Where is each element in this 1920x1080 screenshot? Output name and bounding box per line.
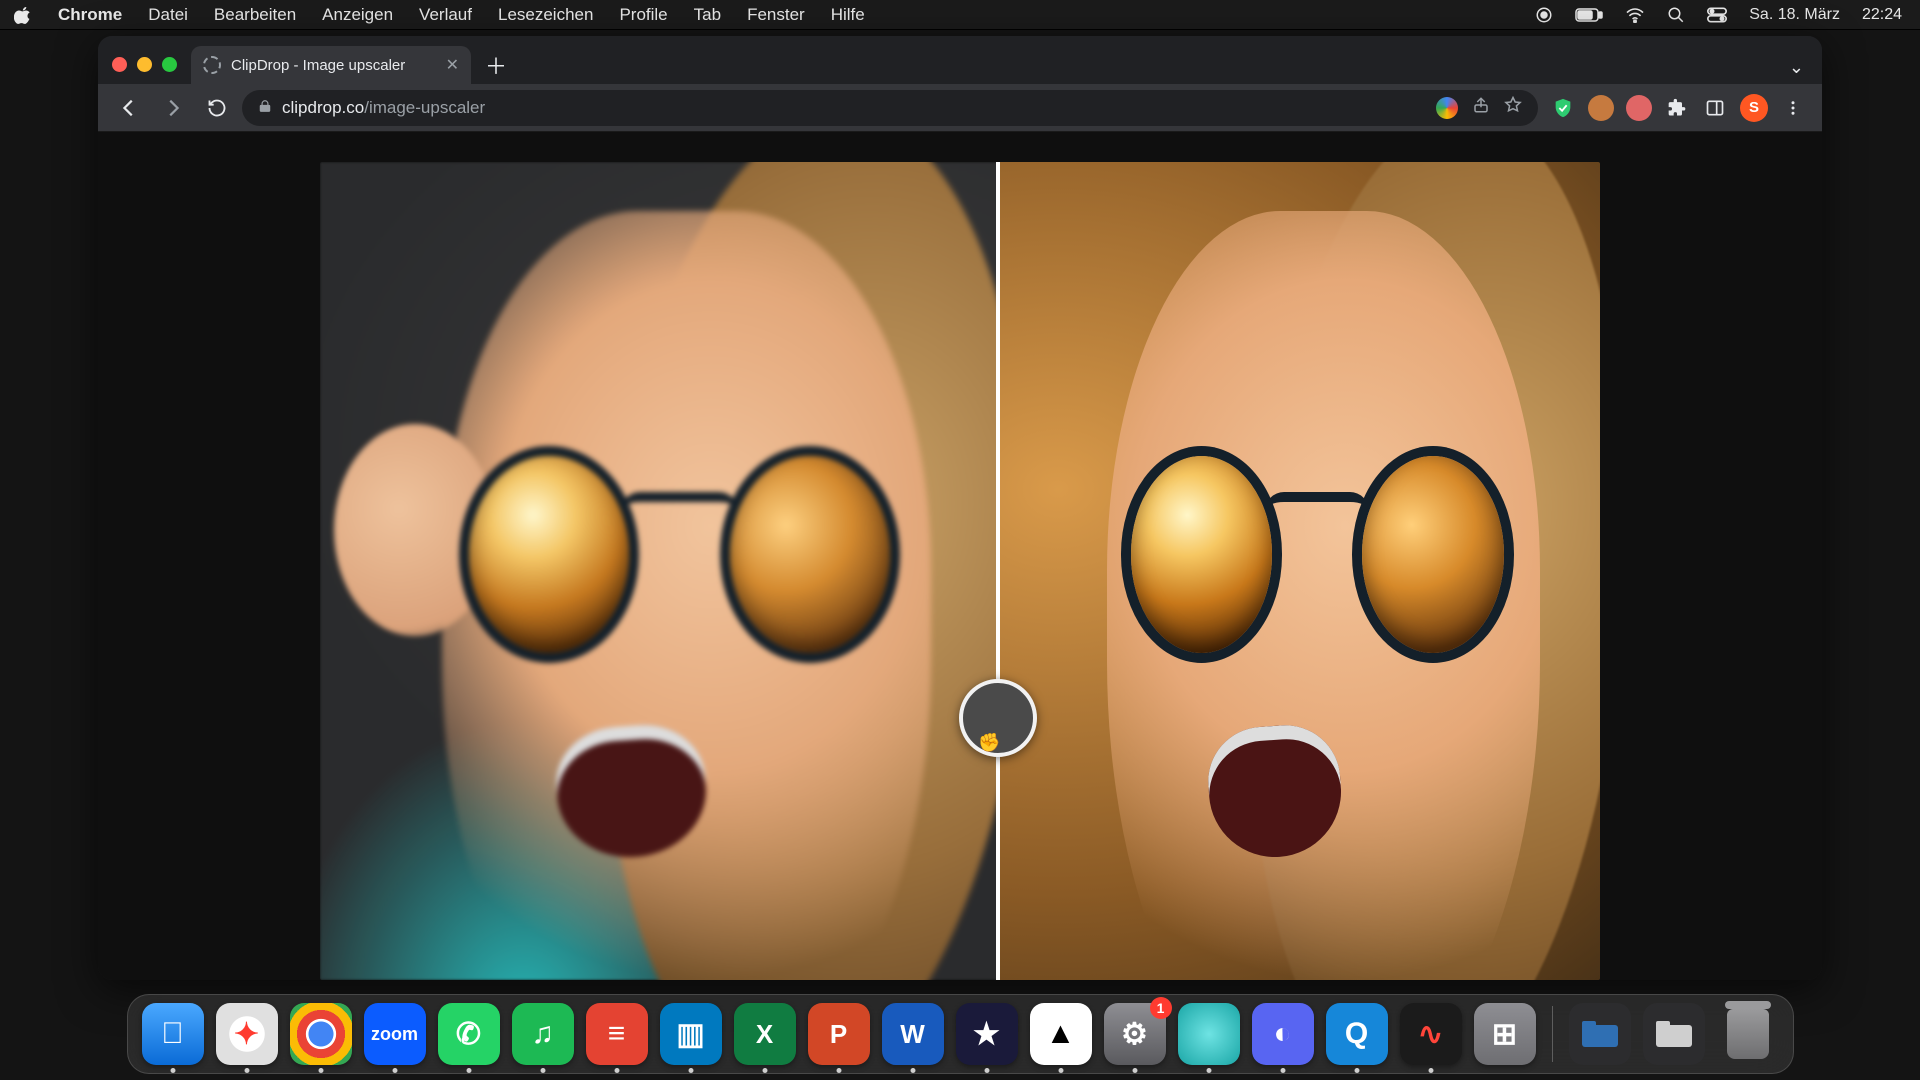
- dock-app-imovie[interactable]: ★: [956, 1003, 1018, 1065]
- ext-2-icon[interactable]: [1588, 95, 1614, 121]
- browser-tab[interactable]: ClipDrop - Image upscaler ✕: [191, 46, 471, 84]
- dock-app-excel[interactable]: X: [734, 1003, 796, 1065]
- bookmark-star-icon[interactable]: [1504, 96, 1522, 119]
- apple-icon[interactable]: [14, 6, 32, 24]
- side-panel-icon[interactable]: [1702, 95, 1728, 121]
- dock-folder-1[interactable]: [1569, 1003, 1631, 1065]
- tab-list-chevron-icon[interactable]: ⌄: [1789, 57, 1804, 78]
- ext-3-icon[interactable]: [1626, 95, 1652, 121]
- address-bar[interactable]: clipdrop.co/image-upscaler: [242, 90, 1538, 126]
- dock-app-discord[interactable]: ◐: [1252, 1003, 1314, 1065]
- tab-close-button[interactable]: ✕: [446, 55, 459, 75]
- chrome-window: ClipDrop - Image upscaler ✕ ＋ ⌄ clipdrop…: [98, 36, 1822, 980]
- status-record-icon[interactable]: [1535, 6, 1553, 24]
- dock-app-chrome[interactable]: [290, 1003, 352, 1065]
- chrome-tab-strip: ClipDrop - Image upscaler ✕ ＋ ⌄: [98, 36, 1822, 84]
- dock-app-ppt[interactable]: P: [808, 1003, 870, 1065]
- dock-app-settings[interactable]: ⚙1: [1104, 1003, 1166, 1065]
- window-close-button[interactable]: [112, 57, 127, 72]
- dock-app-whatsapp[interactable]: ✆: [438, 1003, 500, 1065]
- nav-reload-button[interactable]: [198, 89, 236, 127]
- dock-app-trello[interactable]: ▥: [660, 1003, 722, 1065]
- menu-anzeigen[interactable]: Anzeigen: [322, 5, 393, 25]
- menu-datei[interactable]: Datei: [148, 5, 188, 25]
- ext-adguard-icon[interactable]: [1550, 95, 1576, 121]
- lock-icon: [258, 99, 272, 116]
- dock-app-launchpad[interactable]: ⊞: [1474, 1003, 1536, 1065]
- status-date[interactable]: Sa. 18. März: [1749, 6, 1840, 24]
- macos-menu-bar: Chrome Datei Bearbeiten Anzeigen Verlauf…: [0, 0, 1920, 30]
- menu-bearbeiten[interactable]: Bearbeiten: [214, 5, 296, 25]
- tab-favicon-icon: [203, 56, 221, 74]
- menu-hilfe[interactable]: Hilfe: [831, 5, 865, 25]
- dock-app-quicktime[interactable]: Q: [1326, 1003, 1388, 1065]
- url-host: clipdrop.co: [282, 98, 364, 117]
- dock-app-screenflow[interactable]: [1178, 1003, 1240, 1065]
- status-time[interactable]: 22:24: [1862, 6, 1902, 24]
- share-icon[interactable]: [1472, 96, 1490, 119]
- new-tab-button[interactable]: ＋: [479, 48, 513, 82]
- cursor-grab-icon: ✊: [978, 732, 1000, 753]
- active-app-name[interactable]: Chrome: [58, 5, 122, 25]
- dock-app-zoom[interactable]: zoom: [364, 1003, 426, 1065]
- comparison-after-image: [998, 162, 1600, 980]
- google-translate-icon[interactable]: [1436, 97, 1458, 119]
- nav-forward-button[interactable]: [154, 89, 192, 127]
- dock-trash[interactable]: [1717, 1003, 1779, 1065]
- dock: 􀎞✦ zoom✆♫≡▥XPW★▲⚙1 ◐Q∿⊞: [0, 996, 1920, 1080]
- dock-app-spotify[interactable]: ♫: [512, 1003, 574, 1065]
- chrome-toolbar: clipdrop.co/image-upscaler S: [98, 84, 1822, 132]
- dock-app-voicememo[interactable]: ∿: [1400, 1003, 1462, 1065]
- page-viewport: ✊: [98, 132, 1822, 980]
- image-upscaler-comparison: ✊: [320, 162, 1600, 980]
- extensions-puzzle-icon[interactable]: [1664, 95, 1690, 121]
- menu-tab[interactable]: Tab: [694, 5, 721, 25]
- window-maximize-button[interactable]: [162, 57, 177, 72]
- dock-inner: 􀎞✦ zoom✆♫≡▥XPW★▲⚙1 ◐Q∿⊞: [127, 994, 1794, 1074]
- extensions-row: S: [1550, 94, 1806, 122]
- url-text: clipdrop.co/image-upscaler: [282, 98, 485, 118]
- comparison-before-image: [320, 162, 998, 980]
- dock-separator: [1552, 1006, 1553, 1062]
- dock-app-todoist[interactable]: ≡: [586, 1003, 648, 1065]
- window-minimize-button[interactable]: [137, 57, 152, 72]
- url-path: /image-upscaler: [364, 98, 485, 117]
- dock-app-finder[interactable]: 􀎞: [142, 1003, 204, 1065]
- dock-folder-2[interactable]: [1643, 1003, 1705, 1065]
- status-wifi-icon[interactable]: [1625, 7, 1645, 23]
- profile-avatar[interactable]: S: [1740, 94, 1768, 122]
- menu-lesezeichen[interactable]: Lesezeichen: [498, 5, 593, 25]
- nav-back-button[interactable]: [110, 89, 148, 127]
- dock-badge: 1: [1150, 997, 1172, 1019]
- menu-fenster[interactable]: Fenster: [747, 5, 805, 25]
- dock-app-safari[interactable]: ✦: [216, 1003, 278, 1065]
- tab-title: ClipDrop - Image upscaler: [231, 57, 405, 74]
- status-battery-icon[interactable]: [1575, 8, 1603, 22]
- status-spotlight-icon[interactable]: [1667, 6, 1685, 24]
- dock-app-drive[interactable]: ▲: [1030, 1003, 1092, 1065]
- chrome-menu-button[interactable]: [1780, 95, 1806, 121]
- menu-verlauf[interactable]: Verlauf: [419, 5, 472, 25]
- dock-app-word[interactable]: W: [882, 1003, 944, 1065]
- window-controls: [112, 57, 177, 72]
- comparison-divider: [996, 162, 1000, 980]
- menu-profile[interactable]: Profile: [619, 5, 667, 25]
- status-control-center-icon[interactable]: [1707, 7, 1727, 23]
